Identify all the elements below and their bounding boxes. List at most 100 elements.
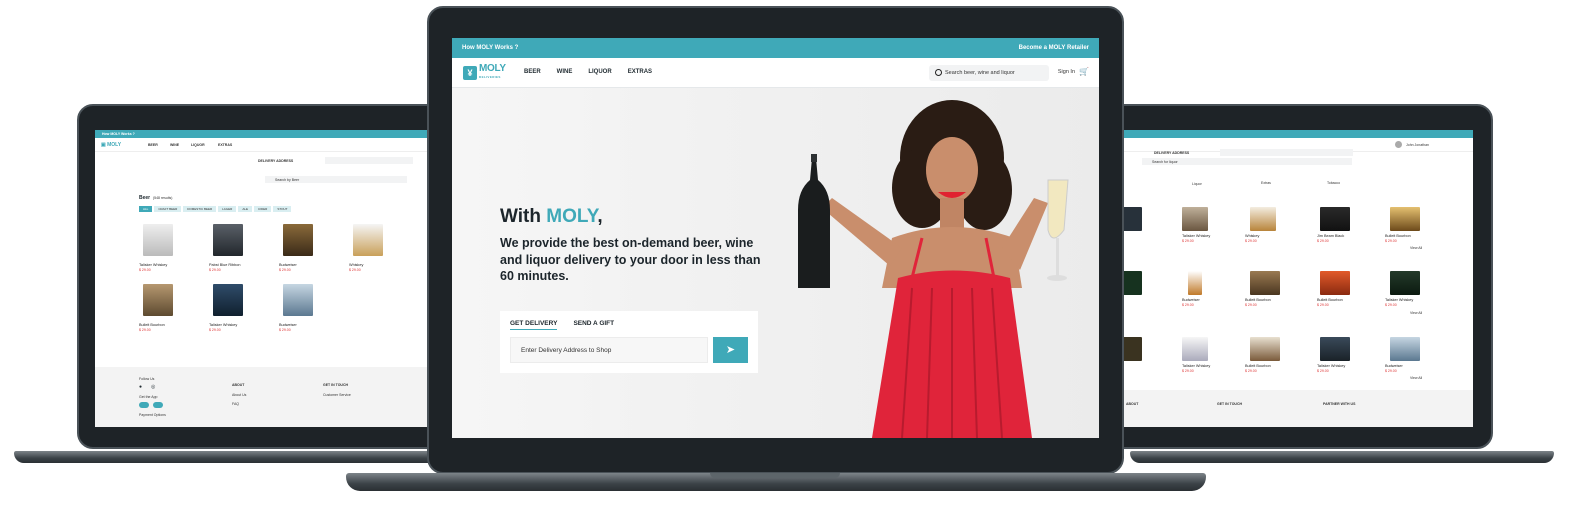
app-store-icon[interactable]	[139, 402, 149, 408]
product-name[interactable]: Bulleit Bourbon	[139, 323, 165, 327]
tab-send-gift[interactable]: SEND A GIFT	[573, 320, 614, 330]
view-all-link[interactable]: View All	[1410, 246, 1422, 250]
get-in-touch-heading: GET IN TOUCH	[1217, 402, 1243, 406]
nav-extras[interactable]: EXTRAS	[218, 143, 232, 147]
product-name[interactable]: Talisker Whiskey	[1182, 234, 1210, 238]
product-price: $ 29.00	[1245, 303, 1257, 307]
product-price: $ 29.00	[209, 328, 221, 332]
product-image[interactable]	[1320, 207, 1350, 231]
cart-icon[interactable]: 🛒	[1079, 67, 1089, 76]
nav-extras[interactable]: EXTRAS	[628, 69, 652, 75]
get-in-touch-heading: GET IN TOUCH	[323, 383, 349, 387]
become-retailer-link[interactable]: Become a MOLY Retailer	[1019, 45, 1089, 51]
facebook-icon[interactable]: ●	[139, 384, 142, 390]
delivery-tabs: GET DELIVERY SEND A GIFT	[510, 320, 614, 330]
play-store-icon[interactable]	[153, 402, 163, 408]
product-name[interactable]: Whiskey	[349, 263, 363, 267]
product-name[interactable]: Whiskey	[1245, 234, 1259, 238]
delivery-address-field[interactable]	[325, 157, 413, 164]
category-title: Beer	[139, 195, 151, 201]
product-image[interactable]	[353, 224, 383, 256]
product-image[interactable]	[1390, 271, 1420, 295]
customer-service-link[interactable]: Customer Service	[323, 393, 351, 397]
filter-chip[interactable]: CIDER	[253, 206, 272, 212]
category-extras[interactable]: Extras	[1261, 181, 1271, 185]
how-it-works-link[interactable]: How MOLY Works ?	[462, 45, 518, 51]
send-icon: ➤	[725, 344, 736, 356]
product-name[interactable]: Bulleit Bourbon	[1385, 234, 1411, 238]
delivery-address-input[interactable]: Enter Delivery Address to Shop	[510, 337, 708, 363]
product-name[interactable]: Budweiser	[1385, 364, 1403, 368]
submit-address-button[interactable]: ➤	[713, 337, 748, 363]
how-it-works-link[interactable]: How MOLY Works ?	[102, 132, 135, 136]
nav-liquor[interactable]: LIQUOR	[191, 143, 205, 147]
product-image[interactable]	[143, 224, 173, 256]
logo[interactable]: ¥ MOLY DELIVERIES	[463, 64, 506, 80]
product-image[interactable]	[213, 284, 243, 316]
product-name[interactable]: Bulleit Bourbon	[1245, 364, 1271, 368]
hero-title: With MOLY,	[500, 206, 603, 227]
product-image[interactable]	[1182, 207, 1208, 231]
product-image[interactable]	[213, 224, 243, 256]
product-image[interactable]	[1188, 271, 1202, 295]
product-image[interactable]	[143, 284, 173, 316]
product-image[interactable]	[1390, 207, 1420, 231]
moly-logo-icon: ¥	[463, 66, 477, 80]
faq-link[interactable]: FAQ	[232, 402, 239, 406]
search-input[interactable]: Search by Beer	[265, 176, 407, 183]
product-image[interactable]	[1390, 337, 1420, 361]
product-image[interactable]	[1320, 271, 1350, 295]
product-name[interactable]: Talisker Whiskey	[209, 323, 237, 327]
product-name[interactable]: Bulleit Bourbon	[1317, 298, 1343, 302]
product-name[interactable]: Talisker Whiskey	[1317, 364, 1345, 368]
product-image[interactable]	[283, 224, 313, 256]
avatar[interactable]	[1395, 141, 1402, 148]
view-all-link[interactable]: View All	[1410, 311, 1422, 315]
logo[interactable]: ▣ MOLY	[101, 142, 121, 148]
user-name[interactable]: John Jonathan	[1406, 143, 1429, 147]
product-image[interactable]	[1250, 271, 1280, 295]
product-name[interactable]: Bulleit Bourbon	[1245, 298, 1271, 302]
category-tobacco[interactable]: Tobacco	[1327, 181, 1340, 185]
search-input[interactable]: Search beer, wine and liquor	[929, 65, 1049, 81]
product-image[interactable]	[1250, 207, 1276, 231]
product-name[interactable]: Budweiser	[279, 323, 297, 327]
product-image[interactable]	[1182, 337, 1208, 361]
product-price: $ 29.00	[1385, 239, 1397, 243]
product-image[interactable]	[1320, 337, 1350, 361]
product-name[interactable]: Budweiser	[279, 263, 297, 267]
filter-chip[interactable]: ALE	[238, 206, 252, 212]
delivery-address-field[interactable]	[1220, 149, 1353, 156]
product-image[interactable]	[283, 284, 313, 316]
nav-beer[interactable]: BEER	[148, 143, 158, 147]
nav-wine[interactable]: WINE	[170, 143, 179, 147]
view-all-link[interactable]: View All	[1410, 376, 1422, 380]
filter-chip[interactable]: LAGER	[218, 206, 237, 212]
hero-section: With MOLY, We provide the best on-demand…	[452, 88, 1099, 438]
product-name[interactable]: Jim Beam Black	[1317, 234, 1344, 238]
filter-chip[interactable]: CRAFT BEER	[154, 206, 182, 212]
about-us-link[interactable]: About Us	[232, 393, 246, 397]
filter-chip[interactable]: STOUT	[273, 206, 292, 212]
device-mockup: How MOLY Works ? ▣ MOLY BEER WINE LIQUOR…	[0, 0, 1580, 514]
product-price: $ 29.00	[1182, 239, 1194, 243]
nav-wine[interactable]: WINE	[557, 69, 573, 75]
product-price: $ 29.00	[349, 268, 361, 272]
product-name[interactable]: Talisker Whiskey	[1385, 298, 1413, 302]
nav-beer[interactable]: BEER	[524, 69, 541, 75]
product-price: $ 29.00	[1317, 303, 1329, 307]
instagram-icon[interactable]: ◎	[151, 384, 155, 390]
category-liquor[interactable]: Liquor	[1192, 182, 1202, 186]
filter-chip[interactable]: ALL	[139, 206, 153, 212]
product-name[interactable]: Budweiser	[1182, 298, 1200, 302]
nav-liquor[interactable]: LIQUOR	[588, 69, 611, 75]
hero-image	[772, 88, 1099, 438]
tab-get-delivery[interactable]: GET DELIVERY	[510, 320, 558, 330]
product-name[interactable]: Pabst Blue Ribbon	[209, 263, 240, 267]
product-name[interactable]: Talisker Whiskey	[1182, 364, 1210, 368]
product-name[interactable]: Talisker Whiskey	[139, 263, 167, 267]
sign-in-link[interactable]: Sign In	[1058, 69, 1075, 75]
filter-chip[interactable]: DOMESTIC BEER	[183, 206, 217, 212]
search-input[interactable]: Search for liquor	[1142, 158, 1352, 165]
product-image[interactable]	[1250, 337, 1280, 361]
